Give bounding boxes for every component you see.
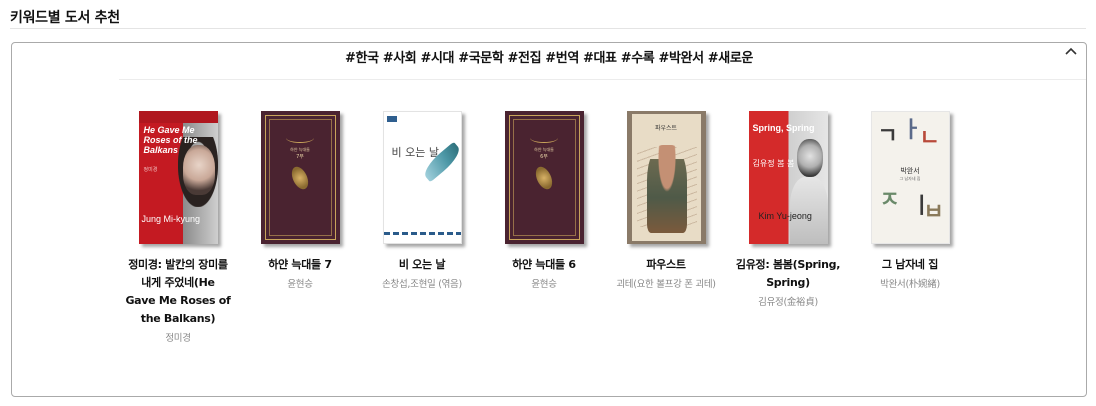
book-cover[interactable]: He Gave Me Roses of the Balkans 정미경 Jung… xyxy=(138,111,218,244)
cover-volume: 7부 xyxy=(296,154,304,160)
book-author: 윤현승 xyxy=(287,279,313,290)
cover-band xyxy=(138,111,218,123)
book-list: He Gave Me Roses of the Balkans 정미경 Jung… xyxy=(117,111,967,391)
cover-author-name: Kim Yu-jeong xyxy=(758,211,812,221)
cover-ornament xyxy=(530,133,558,143)
keyword-divider xyxy=(119,79,1086,80)
cover-portrait xyxy=(796,139,823,177)
collapse-button[interactable] xyxy=(1062,43,1080,61)
book-title[interactable]: 비 오는 날 xyxy=(361,256,483,274)
recommendation-panel: #한국 #사회 #시대 #국문학 #전집 #번역 #대표 #수록 #박완서 #새… xyxy=(11,42,1087,397)
book-item[interactable]: 파우스트 파우스트 괴테(요한 볼프강 폰 괴테) xyxy=(605,111,727,294)
book-title[interactable]: 하얀 늑대들 6 xyxy=(483,256,605,274)
cover-glyph-art: ㄴ xyxy=(919,126,940,151)
cover-korean-title: 정미경 xyxy=(143,167,158,173)
cover-glyph-art: ㄱ xyxy=(877,124,898,149)
book-cover[interactable]: Spring, Spring 김유정 봄 봄 Kim Yu-jeong xyxy=(748,111,828,244)
book-title[interactable]: 파우스트 xyxy=(605,256,727,274)
book-item[interactable]: 비 오는 날 비 오는 날 손창섭,조현일 (엮음) xyxy=(361,111,483,294)
cover-author-name: Jung Mi-kyung xyxy=(141,214,201,224)
section-title: 키워드별 도서 추천 xyxy=(10,10,120,26)
book-cover[interactable]: 파우스트 xyxy=(626,111,706,244)
cover-figure xyxy=(646,145,687,233)
cover-subtitle: 그 남자네 집 xyxy=(899,176,921,181)
cover-korean-title: 김유정 봄 봄 xyxy=(752,159,795,168)
book-item[interactable]: Spring, Spring 김유정 봄 봄 Kim Yu-jeong 김유정:… xyxy=(727,111,849,312)
keyword-tags: #한국 #사회 #시대 #국문학 #전집 #번역 #대표 #수록 #박완서 #새… xyxy=(345,51,753,66)
chevron-up-icon xyxy=(1065,47,1077,55)
title-divider xyxy=(10,28,1086,29)
book-author: 괴테(요한 볼프강 폰 괴테) xyxy=(616,279,716,290)
book-cover[interactable]: 비 오는 날 xyxy=(382,111,462,244)
book-item[interactable]: ㄱ ㅏ ㄴ ㅈ ㅣ ㅂ 박완서 그 남자네 집 그 남자네 집 박완서(朴婉緖) xyxy=(849,111,971,294)
book-item[interactable]: 하얀 늑대들 7부 하얀 늑대들 7 윤현승 xyxy=(239,111,361,294)
book-title[interactable]: 그 남자네 집 xyxy=(849,256,971,274)
book-title[interactable]: 하얀 늑대들 7 xyxy=(239,256,361,274)
cover-stripe xyxy=(383,232,461,235)
book-item[interactable]: He Gave Me Roses of the Balkans 정미경 Jung… xyxy=(117,111,239,348)
book-title[interactable]: 정미경: 발칸의 장미를 내게 주었네(He Gave Me Roses of … xyxy=(117,256,239,328)
book-cover[interactable]: 하얀 늑대들 6부 xyxy=(504,111,584,244)
book-title[interactable]: 김유정: 봄봄(Spring, Spring) xyxy=(727,256,849,292)
book-author: 손창섭,조현일 (엮음) xyxy=(382,279,462,290)
cover-title: 파우스트 xyxy=(654,125,678,132)
cover-title: He Gave Me Roses of the Balkans xyxy=(143,125,198,155)
book-item[interactable]: 하얀 늑대들 6부 하얀 늑대들 6 윤현승 xyxy=(483,111,605,294)
cover-publisher-mark xyxy=(386,116,397,122)
cover-title: 비 오는 날 xyxy=(391,146,439,159)
book-author: 김유정(金裕貞) xyxy=(758,297,818,308)
cover-title: Spring, Spring xyxy=(752,123,815,133)
book-author: 윤현승 xyxy=(531,279,557,290)
cover-ornament xyxy=(286,133,314,143)
book-cover[interactable]: ㄱ ㅏ ㄴ ㅈ ㅣ ㅂ 박완서 그 남자네 집 xyxy=(870,111,950,244)
cover-volume: 6부 xyxy=(540,154,548,160)
cover-glyph-art: ㅂ xyxy=(923,200,944,225)
book-author: 정미경 xyxy=(165,333,191,344)
cover-glyph-art: ㅈ xyxy=(879,188,900,213)
cover-title: 박완서 xyxy=(900,167,920,175)
book-cover[interactable]: 하얀 늑대들 7부 xyxy=(260,111,340,244)
book-author: 박완서(朴婉緖) xyxy=(880,279,940,290)
